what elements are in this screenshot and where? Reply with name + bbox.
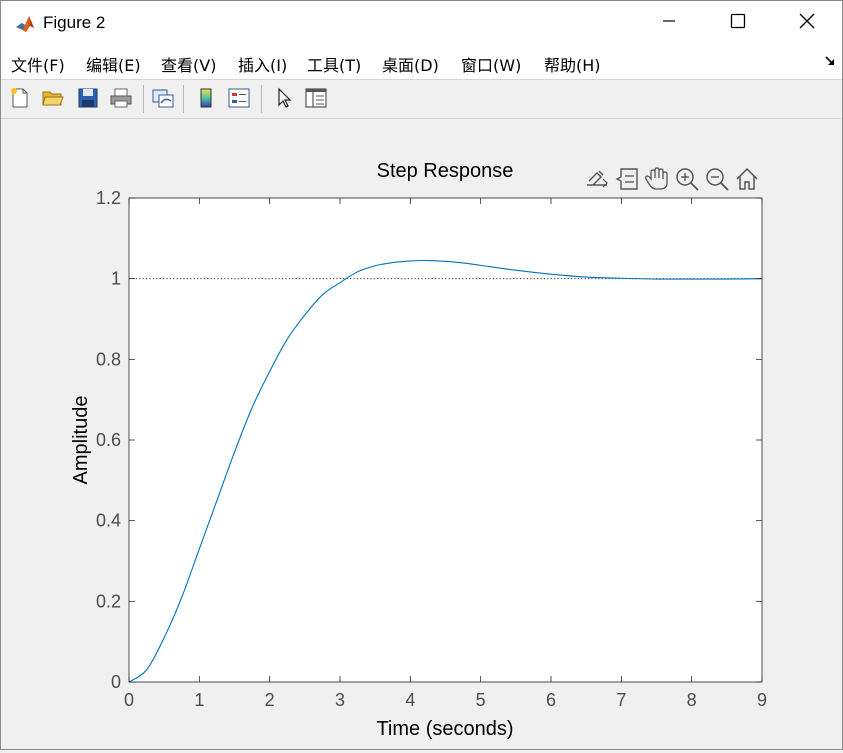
x-tick-label: 6: [546, 690, 556, 710]
x-tick-label: 9: [757, 690, 767, 710]
save-icon[interactable]: [75, 85, 101, 111]
x-tick-label: 7: [616, 690, 626, 710]
maximize-icon: [730, 13, 746, 33]
property-inspector-icon[interactable]: [303, 85, 329, 111]
title-bar: Figure 2: [1, 1, 842, 45]
data-tips-icon[interactable]: [615, 168, 638, 190]
link-plot-icon[interactable]: [150, 85, 176, 111]
minimize-icon: [661, 13, 677, 33]
menu-desktop[interactable]: 桌面(D): [382, 52, 439, 76]
maximize-button[interactable]: [703, 1, 773, 45]
x-tick-label: 5: [476, 690, 486, 710]
axes-toolbar: [587, 167, 758, 191]
zoom-in-icon[interactable]: [676, 168, 699, 191]
x-tick-label: 1: [194, 690, 204, 710]
y-tick-label: 1.2: [96, 188, 121, 208]
print-icon[interactable]: [108, 85, 134, 111]
figure-toolbar: [1, 80, 842, 119]
menu-edit[interactable]: 编辑(E): [86, 52, 141, 76]
x-tick-label: 8: [687, 690, 697, 710]
toolbar-separator: [183, 85, 184, 113]
zoom-out-icon[interactable]: [706, 168, 729, 191]
menu-file[interactable]: 文件(F): [11, 52, 65, 76]
pan-hand-icon[interactable]: [645, 167, 668, 190]
step-response-chart: 0 1 2 3 4 5 6 7 8 9 0 0.2 0.4 0.6 0.8 1 1.2 Step Respons…: [70, 160, 767, 740]
menu-window[interactable]: 窗口(W): [461, 52, 521, 76]
menu-bar: 文件(F) 编辑(E) 查看(V) 插入(I) 工具(T) 桌面(D) 窗口(W…: [1, 45, 842, 80]
matlab-logo-icon: [14, 13, 36, 35]
x-tick-label: 4: [405, 690, 415, 710]
open-file-icon[interactable]: [40, 85, 66, 111]
menu-view[interactable]: 查看(V): [161, 52, 216, 76]
x-tick-label: 2: [265, 690, 275, 710]
colorbar-icon[interactable]: [193, 85, 219, 111]
axes-background: [129, 198, 762, 682]
edit-plot-arrow-icon[interactable]: [271, 85, 297, 111]
y-tick-label: 0.2: [96, 591, 121, 611]
x-tick-label: 3: [335, 690, 345, 710]
x-tick-label: 0: [124, 690, 134, 710]
y-tick-label: 0.8: [96, 349, 121, 369]
chart-title: Step Response: [377, 160, 514, 182]
y-tick-label: 0.4: [96, 511, 121, 531]
export-icon[interactable]: [587, 170, 608, 188]
y-axis-label: Amplitude: [70, 396, 92, 485]
y-tick-label: 1: [111, 269, 121, 289]
figure-canvas: 0 1 2 3 4 5 6 7 8 9 0 0.2 0.4 0.6 0.8 1 1.2 Step Respons…: [1, 119, 842, 749]
figure-window: Figure 2 文件(F) 编辑(E) 查看(V) 插入(I) 工具(T) 桌…: [0, 0, 843, 750]
toolbar-separator: [261, 85, 262, 113]
close-button[interactable]: [772, 1, 842, 45]
window-title: Figure 2: [43, 13, 106, 32]
minimize-button[interactable]: [634, 1, 704, 45]
x-axis-label: Time (seconds): [376, 718, 513, 740]
y-tick-label: 0.6: [96, 430, 121, 450]
menu-insert[interactable]: 插入(I): [238, 52, 287, 76]
new-figure-icon[interactable]: [7, 85, 33, 111]
toolbar-separator: [143, 85, 144, 113]
y-tick-label: 0: [111, 672, 121, 692]
dock-arrow-icon[interactable]: [824, 55, 836, 71]
close-icon: [799, 13, 815, 33]
legend-icon[interactable]: [226, 85, 252, 111]
home-icon[interactable]: [736, 167, 758, 190]
menu-tools[interactable]: 工具(T): [307, 52, 361, 76]
menu-help[interactable]: 帮助(H): [544, 52, 601, 76]
